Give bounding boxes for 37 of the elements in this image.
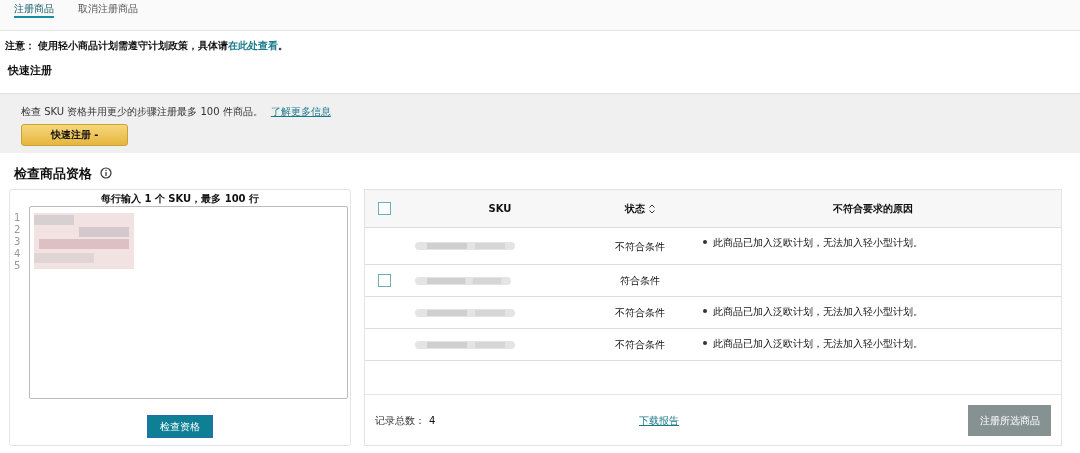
reason-text: 此商品已加入泛欧计划，无法加入轻小型计划。 <box>713 305 923 319</box>
notice-text: 注意： 使用轻小商品计划需遵守计划政策，具体请在此处查看。 <box>4 39 290 53</box>
checkbox[interactable] <box>378 202 391 215</box>
column-header[interactable]: 状态 <box>625 201 645 216</box>
section-title: 检查商品资格 <box>14 164 92 183</box>
line-number: 1 <box>14 212 22 224</box>
download-report-link[interactable]: 下载报告 <box>639 412 679 428</box>
reason-text: 此商品已加入泛欧计划，无法加入轻小型计划。 <box>713 337 923 351</box>
line-number: 3 <box>14 236 22 248</box>
column-header: 不符合要求的原因 <box>832 202 914 216</box>
status-text: 符合条件 <box>619 274 661 288</box>
check-eligibility-button[interactable]: 检查资格 <box>147 415 213 438</box>
total-count: 4 <box>429 413 437 428</box>
line-number: 4 <box>14 248 22 260</box>
tab[interactable]: 注册商品 <box>14 0 54 18</box>
bullet-icon <box>703 341 707 345</box>
status-text: 不符合条件 <box>614 239 666 254</box>
bullet-icon <box>703 309 707 313</box>
line-number: 2 <box>14 224 22 236</box>
quick-register-button[interactable]: 快速注册 - <box>21 123 128 146</box>
bullet-icon <box>703 240 707 244</box>
policy-link[interactable]: 在此处查看 <box>228 40 279 51</box>
checkbox[interactable] <box>378 274 391 287</box>
line-number: 5 <box>14 260 22 272</box>
description-text: 检查 SKU 资格并用更少的步骤注册最多 100 件商品。 <box>21 104 263 119</box>
column-header: SKU <box>487 202 513 216</box>
status-text: 不符合条件 <box>614 338 666 352</box>
total-label: 记录总数： <box>375 413 425 428</box>
status-text: 不符合条件 <box>614 306 666 320</box>
info-icon[interactable] <box>100 167 112 180</box>
tab[interactable]: 取消注册商品 <box>78 0 138 18</box>
sku-input-field[interactable] <box>29 206 348 399</box>
sort-icon[interactable] <box>649 203 655 214</box>
section-title: 快速注册 <box>6 63 53 79</box>
input-label: 每行输入 1 个 SKU，最多 100 行 <box>100 192 260 206</box>
learn-more-link[interactable]: 了解更多信息 <box>270 103 331 119</box>
reason-text: 此商品已加入泛欧计划，无法加入轻小型计划。 <box>713 236 923 250</box>
